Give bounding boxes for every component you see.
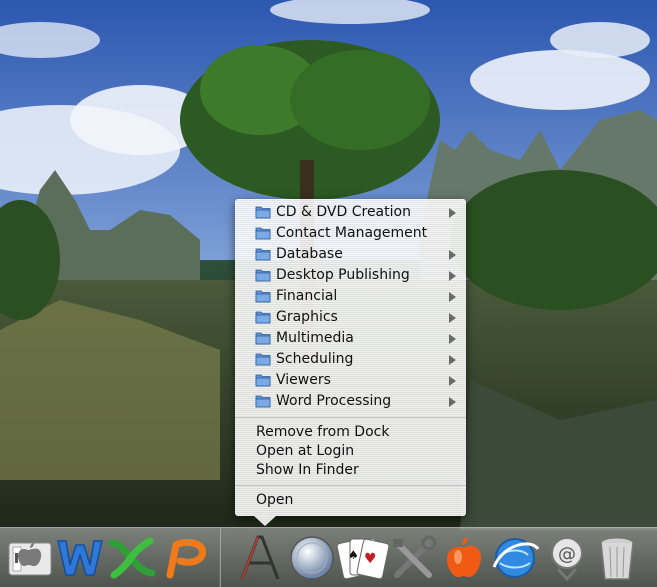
menu-item-folder[interactable]: CD & DVD Creation	[235, 202, 466, 223]
menu-item-label: Financial	[276, 288, 338, 304]
powerpoint-icon[interactable]	[158, 531, 212, 585]
submenu-arrow-icon	[449, 355, 456, 365]
submenu-arrow-icon	[449, 397, 456, 407]
system-preferences-icon[interactable]	[387, 531, 441, 585]
internet-explorer-icon[interactable]	[488, 531, 542, 585]
menu-item-folder[interactable]: Database	[235, 244, 466, 265]
menu-item-label: Desktop Publishing	[276, 267, 410, 283]
submenu-arrow-icon	[449, 313, 456, 323]
menu-item-label: Database	[276, 246, 343, 262]
folder-icon	[255, 352, 271, 366]
menu-item-folder[interactable]: Multimedia	[235, 328, 466, 349]
submenu-arrow-icon	[449, 334, 456, 344]
excel-icon[interactable]	[106, 531, 160, 585]
menu-item-label: Contact Management	[276, 225, 428, 241]
word-icon[interactable]	[54, 531, 108, 585]
svg-text:♥: ♥	[364, 551, 377, 567]
finder-icon[interactable]	[3, 531, 57, 585]
folder-icon	[255, 289, 271, 303]
menu-item-label: Graphics	[276, 309, 338, 325]
dock-context-menu: CD & DVD Creation Contact Management Datab…	[235, 199, 466, 526]
folder-icon	[255, 268, 271, 282]
menu-separator	[235, 485, 466, 486]
menu-item-folder[interactable]: Contact Management	[235, 223, 466, 244]
desktop: CD & DVD Creation Contact Management Datab…	[0, 0, 657, 587]
folder-icon	[255, 331, 271, 345]
apple-icon[interactable]	[438, 531, 492, 585]
folder-icon	[255, 310, 271, 324]
menu-item-folder[interactable]: Graphics	[235, 307, 466, 328]
applications-folder-icon[interactable]	[232, 531, 286, 585]
folder-icon	[255, 226, 271, 240]
menu-item-label: Multimedia	[276, 330, 354, 346]
folder-icon	[255, 394, 271, 408]
show-in-finder-item[interactable]: Show In Finder	[235, 461, 466, 480]
submenu-arrow-icon	[449, 250, 456, 260]
menu-item-label: Viewers	[276, 372, 331, 388]
menu-item-label: Word Processing	[276, 393, 392, 409]
solitaire-icon[interactable]: ♥ ♠	[336, 531, 390, 585]
menu-item-folder[interactable]: Scheduling	[235, 349, 466, 370]
menu-item-label: Scheduling	[276, 351, 354, 367]
open-at-login-item[interactable]: Open at Login	[235, 442, 466, 461]
submenu-arrow-icon	[449, 292, 456, 302]
sherlock-icon[interactable]	[285, 531, 339, 585]
menu-item-folder[interactable]: Viewers	[235, 370, 466, 391]
folder-icon	[255, 247, 271, 261]
menu-pointer	[254, 516, 276, 526]
menu-separator	[235, 417, 466, 418]
submenu-arrow-icon	[449, 208, 456, 218]
svg-text:♠: ♠	[348, 548, 359, 562]
open-item[interactable]: Open	[235, 491, 466, 510]
dock-divider	[219, 528, 221, 587]
menu-item-folder[interactable]: Word Processing	[235, 391, 466, 412]
dock: ♥ ♠ @	[0, 527, 657, 587]
folder-icon	[255, 373, 271, 387]
mail-icon[interactable]: @	[540, 531, 594, 585]
folder-icon	[255, 205, 271, 219]
remove-from-dock-item[interactable]: Remove from Dock	[235, 423, 466, 442]
menu-item-label: CD & DVD Creation	[276, 204, 411, 220]
menu-item-folder[interactable]: Desktop Publishing	[235, 265, 466, 286]
submenu-arrow-icon	[449, 376, 456, 386]
svg-text:@: @	[558, 544, 576, 565]
trash-icon[interactable]	[590, 531, 644, 585]
submenu-arrow-icon	[449, 271, 456, 281]
menu-item-folder[interactable]: Financial	[235, 286, 466, 307]
